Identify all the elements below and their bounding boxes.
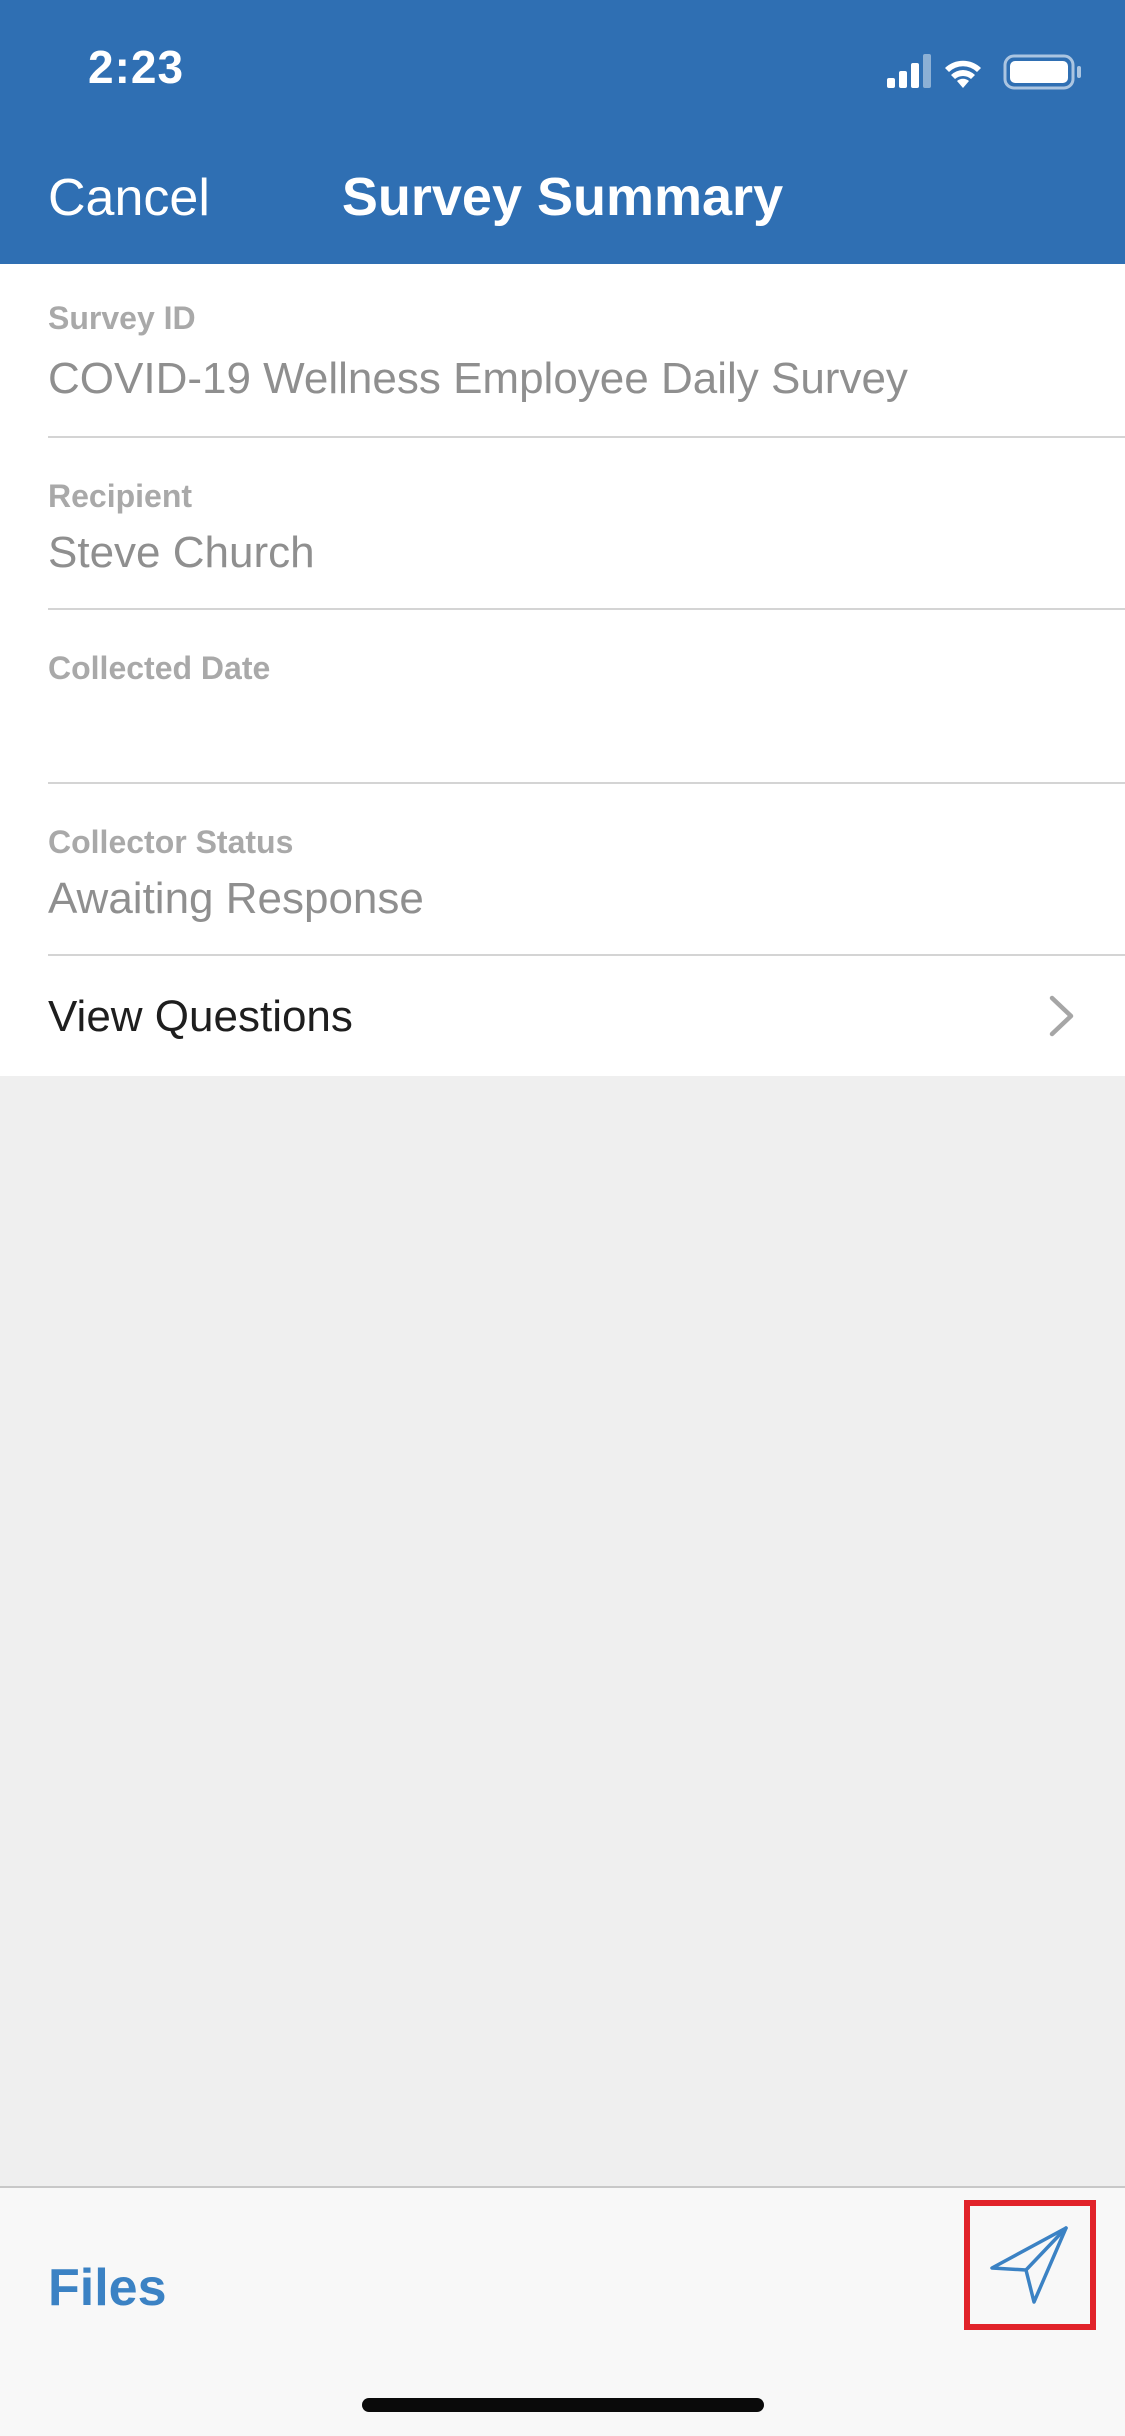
survey-summary-screen: 2:23 Cancel Survey Summary Survey ID COV…	[0, 0, 1125, 2436]
view-questions-row[interactable]: View Questions	[0, 956, 1125, 1076]
collector-status-field: Collector Status Awaiting Response	[48, 784, 1125, 956]
cellular-signal-icon	[887, 54, 931, 88]
collector-status-label: Collector Status	[48, 824, 294, 860]
battery-icon	[1003, 54, 1081, 90]
page-title: Survey Summary	[341, 167, 784, 227]
recipient-field: Recipient Steve Church	[48, 438, 1125, 610]
view-questions-label: View Questions	[48, 992, 353, 1041]
status-bar-time: 2:23	[88, 41, 185, 93]
home-indicator[interactable]	[362, 2398, 764, 2412]
paper-plane-icon	[990, 2226, 1068, 2304]
files-button[interactable]: Files	[48, 2258, 167, 2318]
navigation-header: 2:23 Cancel Survey Summary	[0, 0, 1125, 264]
recipient-value: Steve Church	[48, 528, 315, 577]
survey-id-field: Survey ID COVID-19 Wellness Employee Dai…	[48, 264, 1125, 438]
send-button[interactable]	[964, 2200, 1096, 2330]
collected-date-label: Collected Date	[48, 650, 271, 686]
collected-date-field: Collected Date	[48, 610, 1125, 784]
wifi-icon	[945, 60, 981, 88]
survey-id-label: Survey ID	[48, 300, 196, 336]
chevron-right-icon	[1049, 995, 1074, 1037]
survey-details-list: Survey ID COVID-19 Wellness Employee Dai…	[0, 264, 1125, 1076]
survey-id-value: COVID-19 Wellness Employee Daily Survey	[48, 354, 908, 403]
collector-status-value: Awaiting Response	[48, 874, 424, 923]
recipient-label: Recipient	[48, 478, 193, 514]
status-bar-icons	[887, 50, 1087, 90]
